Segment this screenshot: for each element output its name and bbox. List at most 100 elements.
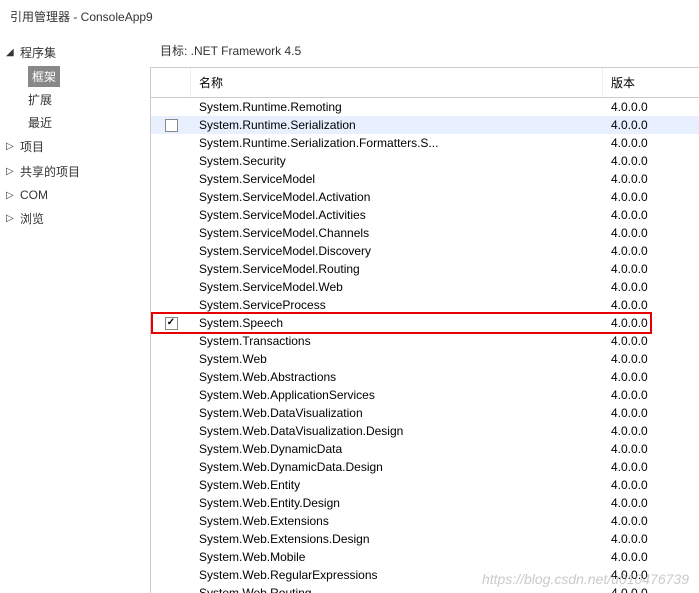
assembly-version: 4.0.0.0 [603, 262, 699, 276]
assembly-row[interactable]: System.Web.ApplicationServices4.0.0.0 [151, 386, 699, 404]
assembly-name: System.Security [191, 154, 603, 168]
assembly-list[interactable]: 名称 版本 System.Runtime.Remoting4.0.0.0Syst… [150, 67, 699, 593]
assembly-row[interactable]: System.Web.DynamicData4.0.0.0 [151, 440, 699, 458]
assembly-version: 4.0.0.0 [603, 280, 699, 294]
sidebar-item[interactable]: ▷浏览 [0, 206, 150, 231]
target-framework-label: 目标: .NET Framework 4.5 [150, 34, 699, 67]
sidebar-subitem[interactable]: 最近 [28, 111, 150, 134]
assembly-version: 4.0.0.0 [603, 388, 699, 402]
assembly-row[interactable]: System.Web.Entity4.0.0.0 [151, 476, 699, 494]
sidebar-subitem[interactable]: 框架 [28, 66, 60, 87]
assembly-row[interactable]: System.Transactions4.0.0.0 [151, 332, 699, 350]
checkbox[interactable] [165, 317, 178, 330]
main-area: ◢程序集框架扩展最近▷项目▷共享的项目▷COM▷浏览 目标: .NET Fram… [0, 33, 699, 593]
assembly-name: System.Transactions [191, 334, 603, 348]
assembly-row[interactable]: System.Web.Mobile4.0.0.0 [151, 548, 699, 566]
assembly-row[interactable]: System.Web.Extensions4.0.0.0 [151, 512, 699, 530]
sidebar-item[interactable]: ▷项目 [0, 134, 150, 159]
assembly-row[interactable]: System.ServiceModel.Web4.0.0.0 [151, 278, 699, 296]
content-pane: 目标: .NET Framework 4.5 名称 版本 System.Runt… [150, 34, 699, 593]
assembly-name: System.Web.DynamicData.Design [191, 460, 603, 474]
assembly-row[interactable]: System.Web.Routing4.0.0.0 [151, 584, 699, 593]
chevron-right-icon[interactable]: ▷ [6, 213, 18, 224]
assembly-version: 4.0.0.0 [603, 100, 699, 114]
assembly-version: 4.0.0.0 [603, 208, 699, 222]
assembly-version: 4.0.0.0 [603, 550, 699, 564]
assembly-version: 4.0.0.0 [603, 478, 699, 492]
header-version[interactable]: 版本 [603, 68, 699, 97]
assembly-name: System.Web.Mobile [191, 550, 603, 564]
sidebar-item[interactable]: ▷共享的项目 [0, 159, 150, 184]
row-checkbox-cell[interactable] [151, 119, 191, 132]
sidebar: ◢程序集框架扩展最近▷项目▷共享的项目▷COM▷浏览 [0, 34, 150, 593]
sidebar-item-label: 浏览 [20, 210, 44, 227]
assembly-version: 4.0.0.0 [603, 568, 699, 582]
assembly-row[interactable]: System.Web.Abstractions4.0.0.0 [151, 368, 699, 386]
assembly-row[interactable]: System.Web.Entity.Design4.0.0.0 [151, 494, 699, 512]
assembly-row[interactable]: System.ServiceProcess4.0.0.0 [151, 296, 699, 314]
assembly-name: System.Web [191, 352, 603, 366]
header-check[interactable] [151, 68, 191, 97]
assembly-name: System.Web.Extensions [191, 514, 603, 528]
assembly-row[interactable]: System.Security4.0.0.0 [151, 152, 699, 170]
assembly-version: 4.0.0.0 [603, 118, 699, 132]
assembly-version: 4.0.0.0 [603, 190, 699, 204]
header-name[interactable]: 名称 [191, 68, 603, 97]
sidebar-item-label: 程序集 [20, 44, 56, 61]
assembly-row[interactable]: System.Web.Extensions.Design4.0.0.0 [151, 530, 699, 548]
sidebar-item-label: 共享的项目 [20, 163, 80, 180]
chevron-right-icon[interactable]: ▷ [6, 190, 18, 201]
sidebar-item[interactable]: ◢程序集 [0, 40, 150, 65]
assembly-version: 4.0.0.0 [603, 244, 699, 258]
assembly-name: System.Web.DataVisualization.Design [191, 424, 603, 438]
assembly-name: System.Runtime.Serialization.Formatters.… [191, 136, 603, 150]
assembly-row[interactable]: System.Web.DataVisualization4.0.0.0 [151, 404, 699, 422]
assembly-row[interactable]: System.Web.RegularExpressions4.0.0.0 [151, 566, 699, 584]
sidebar-item-label: COM [20, 188, 48, 202]
assembly-row[interactable]: System.ServiceModel4.0.0.0 [151, 170, 699, 188]
assembly-name: System.ServiceModel.Activities [191, 208, 603, 222]
assembly-version: 4.0.0.0 [603, 514, 699, 528]
assembly-row[interactable]: System.ServiceModel.Discovery4.0.0.0 [151, 242, 699, 260]
assembly-version: 4.0.0.0 [603, 154, 699, 168]
assembly-name: System.ServiceModel.Channels [191, 226, 603, 240]
assembly-version: 4.0.0.0 [603, 442, 699, 456]
assembly-version: 4.0.0.0 [603, 586, 699, 593]
assembly-name: System.Web.DynamicData [191, 442, 603, 456]
sidebar-subitem[interactable]: 扩展 [28, 88, 150, 111]
assembly-version: 4.0.0.0 [603, 334, 699, 348]
assembly-name: System.Web.Routing [191, 586, 603, 593]
assembly-version: 4.0.0.0 [603, 496, 699, 510]
assembly-row[interactable]: System.Web.DataVisualization.Design4.0.0… [151, 422, 699, 440]
assembly-name: System.ServiceModel [191, 172, 603, 186]
assembly-row[interactable]: System.ServiceModel.Activation4.0.0.0 [151, 188, 699, 206]
assembly-name: System.Web.Entity.Design [191, 496, 603, 510]
assembly-version: 4.0.0.0 [603, 406, 699, 420]
assembly-version: 4.0.0.0 [603, 370, 699, 384]
assembly-row[interactable]: System.Runtime.Remoting4.0.0.0 [151, 98, 699, 116]
assembly-name: System.Web.ApplicationServices [191, 388, 603, 402]
assembly-name: System.Web.RegularExpressions [191, 568, 603, 582]
checkbox[interactable] [165, 119, 178, 132]
assembly-name: System.ServiceModel.Routing [191, 262, 603, 276]
assembly-version: 4.0.0.0 [603, 136, 699, 150]
assembly-row[interactable]: System.Runtime.Serialization.Formatters.… [151, 134, 699, 152]
chevron-right-icon[interactable]: ▷ [6, 166, 18, 177]
assembly-name: System.Web.Extensions.Design [191, 532, 603, 546]
assembly-version: 4.0.0.0 [603, 460, 699, 474]
assembly-name: System.Web.Abstractions [191, 370, 603, 384]
sidebar-item[interactable]: ▷COM [0, 184, 150, 206]
assembly-version: 4.0.0.0 [603, 226, 699, 240]
chevron-right-icon[interactable]: ▷ [6, 141, 18, 152]
assembly-row[interactable]: System.ServiceModel.Channels4.0.0.0 [151, 224, 699, 242]
assembly-row[interactable]: System.ServiceModel.Routing4.0.0.0 [151, 260, 699, 278]
assembly-row[interactable]: System.Web4.0.0.0 [151, 350, 699, 368]
chevron-down-icon[interactable]: ◢ [6, 47, 18, 58]
assembly-row[interactable]: System.Speech4.0.0.0 [151, 314, 699, 332]
assembly-row[interactable]: System.ServiceModel.Activities4.0.0.0 [151, 206, 699, 224]
assembly-row[interactable]: System.Runtime.Serialization4.0.0.0 [151, 116, 699, 134]
assembly-name: System.ServiceModel.Discovery [191, 244, 603, 258]
row-checkbox-cell[interactable] [151, 317, 191, 330]
list-header: 名称 版本 [151, 68, 699, 98]
assembly-row[interactable]: System.Web.DynamicData.Design4.0.0.0 [151, 458, 699, 476]
